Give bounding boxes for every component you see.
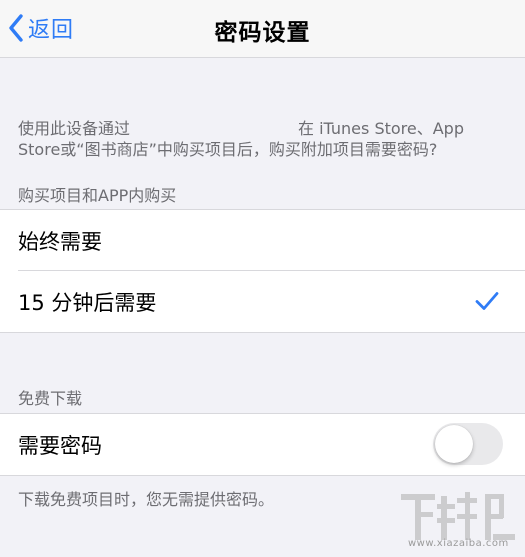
option-require-after-15-minutes-label: 15 分钟后需要 xyxy=(18,290,157,315)
checkmark-icon xyxy=(475,292,499,310)
watermark-caption: www.xiazaiba.com xyxy=(408,538,509,549)
require-password-toggle[interactable] xyxy=(433,423,503,465)
require-password-label: 需要密码 xyxy=(18,433,102,458)
page-title: 密码设置 xyxy=(214,20,311,46)
purchases-description: 使用此设备通过 在 iTunes Store、App Store或“图书商店”中购… xyxy=(18,118,498,160)
purchases-section-header: 购买项目和APP内购买 xyxy=(18,186,177,205)
free-downloads-footer: 下载免费项目时，您无需提供密码。 xyxy=(18,490,275,509)
navigation-bar: 返回 密码设置 xyxy=(0,0,525,58)
free-downloads-section-header: 免费下载 xyxy=(18,389,83,408)
option-always-require-label: 始终需要 xyxy=(18,229,102,254)
require-password-row: 需要密码 xyxy=(0,414,525,475)
purchases-description-part2: 在 iTunes Store、App xyxy=(298,119,464,138)
purchases-options-group: 始终需要 15 分钟后需要 xyxy=(0,209,525,333)
toggle-knob xyxy=(435,425,473,463)
free-downloads-group: 需要密码 xyxy=(0,413,525,476)
option-always-require[interactable]: 始终需要 xyxy=(0,210,525,271)
purchases-description-line2: Store或“图书商店”中购买项目后，购买附加项目需要密码? xyxy=(18,140,438,159)
option-require-after-15-minutes[interactable]: 15 分钟后需要 xyxy=(0,271,525,332)
purchases-description-part1: 使用此设备通过 xyxy=(18,119,131,138)
